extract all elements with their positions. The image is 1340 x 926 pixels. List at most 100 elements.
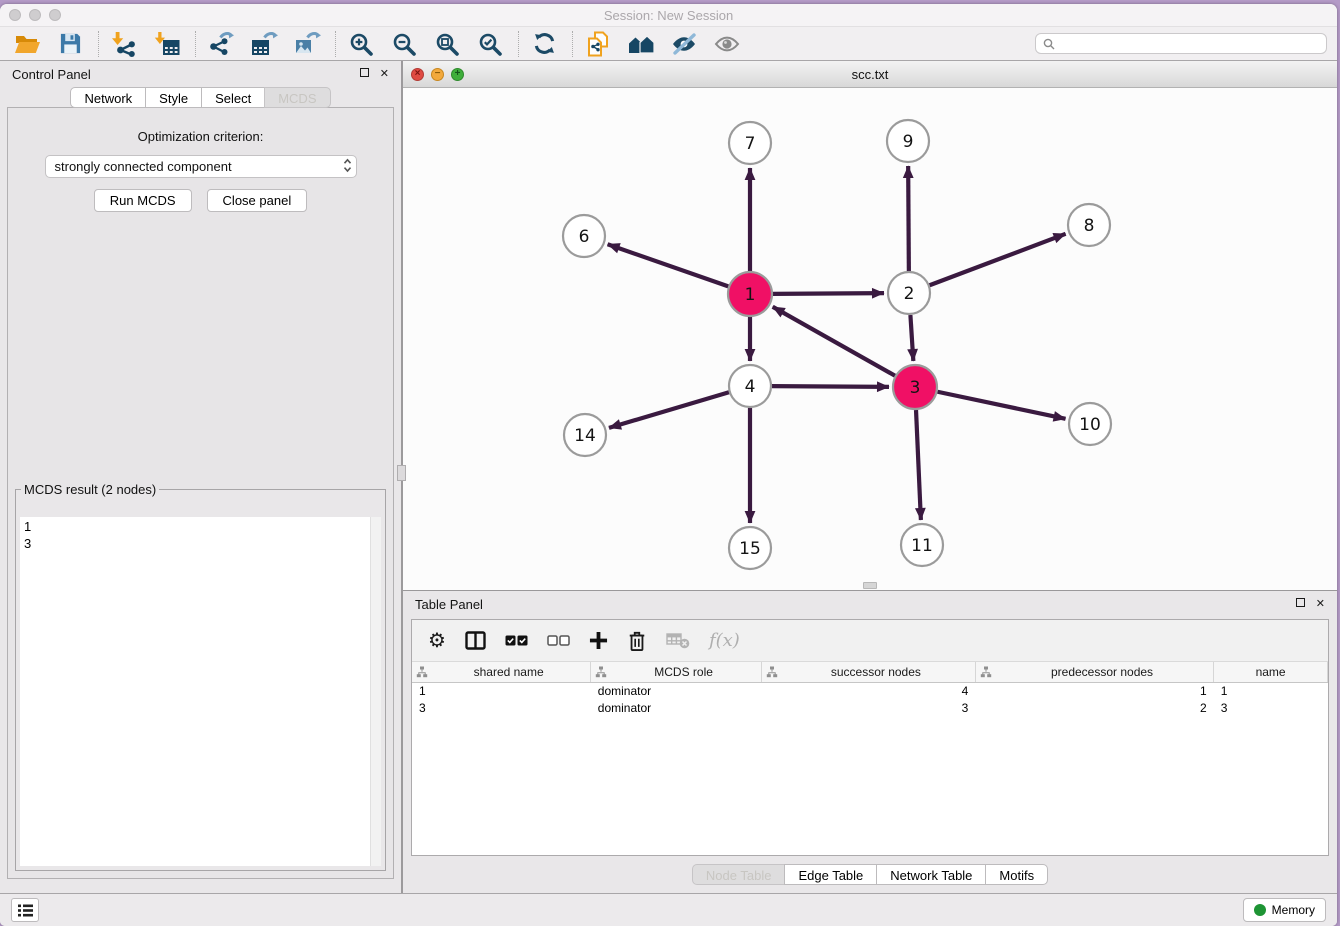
table-empty-area	[412, 716, 1328, 855]
mcds-result-legend: MCDS result (2 nodes)	[21, 482, 159, 497]
memory-button-label: Memory	[1272, 903, 1315, 917]
panel-splitter-handle[interactable]	[397, 465, 406, 481]
table-row[interactable]: 1dominator411	[412, 682, 1328, 699]
network-window-titlebar: × − + scc.txt	[403, 61, 1337, 88]
network-view-window: × − + scc.txt 7968124314101511	[403, 61, 1337, 591]
table-row[interactable]: 3dominator323	[412, 699, 1328, 716]
graph-node-label-4: 4	[745, 377, 756, 397]
column-header-name[interactable]: name	[1214, 662, 1328, 682]
houses-icon	[628, 32, 655, 56]
node-table: shared nameMCDS rolesuccessor nodesprede…	[412, 662, 1328, 716]
tab-network[interactable]: Network	[70, 87, 146, 108]
delete-icon[interactable]	[627, 629, 647, 653]
canvas-splitter-handle[interactable]	[863, 582, 877, 589]
tab-style[interactable]: Style	[145, 87, 202, 108]
export-network-button[interactable]	[204, 30, 238, 58]
graph-edge-4-3[interactable]	[772, 386, 889, 387]
graph-edge-2-8[interactable]	[930, 234, 1066, 285]
float-panel-icon[interactable]	[360, 68, 369, 80]
criterion-select[interactable]: strongly connected component	[45, 155, 357, 178]
graph-node-label-6: 6	[579, 227, 590, 247]
graph-edge-2-3[interactable]	[910, 315, 913, 361]
import-network-button[interactable]	[107, 30, 141, 58]
table-cell: 3	[761, 699, 975, 716]
graph-node-label-15: 15	[739, 539, 761, 559]
column-header-successor-nodes[interactable]: successor nodes	[761, 662, 975, 682]
graph-edge-3-11[interactable]	[916, 410, 921, 520]
search-input[interactable]	[1060, 37, 1319, 51]
node-table-container: ⚙	[411, 619, 1329, 856]
graph-edge-1-6[interactable]	[608, 244, 729, 286]
memory-button[interactable]: Memory	[1243, 898, 1326, 922]
column-layout-icon[interactable]	[465, 629, 486, 653]
import-table-icon	[154, 31, 180, 57]
zoom-out-button[interactable]	[387, 30, 421, 58]
table-cell: dominator	[591, 682, 762, 699]
tab-select[interactable]: Select	[201, 87, 265, 108]
close-table-panel-icon[interactable]: ✕	[1316, 599, 1325, 610]
zoom-in-icon	[349, 32, 373, 56]
zoom-in-button[interactable]	[344, 30, 378, 58]
column-header-shared-name[interactable]: shared name	[412, 662, 591, 682]
network-minimize-icon[interactable]: −	[431, 68, 444, 81]
network-close-icon[interactable]: ×	[411, 68, 424, 81]
graph-node-label-14: 14	[574, 426, 596, 446]
run-mcds-button[interactable]: Run MCDS	[94, 189, 192, 212]
toolbar-separator	[335, 31, 336, 57]
tab-edge-table[interactable]: Edge Table	[784, 864, 877, 885]
node-table-body: 1dominator4113dominator323	[412, 682, 1328, 716]
graph-node-label-3: 3	[910, 378, 921, 398]
save-session-button[interactable]	[53, 30, 87, 58]
mcds-result-item: 3	[24, 535, 366, 552]
table-cell: 2	[975, 699, 1213, 716]
select-all-icon[interactable]	[505, 629, 528, 653]
graph-edge-3-10[interactable]	[938, 392, 1066, 419]
add-column-icon[interactable]	[589, 629, 608, 653]
table-cell: 4	[761, 682, 975, 699]
close-panel-icon[interactable]: ✕	[380, 69, 389, 80]
application-window: Session: New Session	[0, 4, 1337, 926]
right-area: × − + scc.txt 7968124314101511 Table Pan…	[403, 61, 1337, 893]
export-image-button[interactable]	[290, 30, 324, 58]
copy-network-button[interactable]	[581, 30, 615, 58]
export-table-button[interactable]	[247, 30, 281, 58]
graph-edge-2-9[interactable]	[908, 166, 909, 271]
graph-edge-1-2[interactable]	[773, 293, 884, 294]
close-panel-button[interactable]: Close panel	[207, 189, 308, 212]
graph-node-label-7: 7	[745, 134, 756, 154]
settings-gear-icon[interactable]: ⚙	[428, 629, 446, 653]
column-header-predecessor-nodes[interactable]: predecessor nodes	[975, 662, 1213, 682]
tab-mcds[interactable]: MCDS	[264, 87, 330, 108]
network-canvas[interactable]: 7968124314101511	[403, 88, 1337, 590]
tab-node-table[interactable]: Node Table	[692, 864, 786, 885]
zoom-fit-button[interactable]	[430, 30, 464, 58]
mcds-panel: Optimization criterion: strongly connect…	[7, 107, 394, 879]
table-cell: 3	[412, 699, 591, 716]
houses-button[interactable]	[624, 30, 658, 58]
import-table-button[interactable]	[150, 30, 184, 58]
hierarchy-icon	[416, 666, 428, 678]
criterion-select-value: strongly connected component	[55, 159, 232, 174]
show-eye-button[interactable]	[710, 30, 744, 58]
zoom-selected-button[interactable]	[473, 30, 507, 58]
deselect-all-icon[interactable]	[547, 629, 570, 653]
table-cell: dominator	[591, 699, 762, 716]
graph-edge-3-1[interactable]	[773, 307, 895, 376]
result-scrollbar[interactable]	[370, 517, 381, 866]
search-field[interactable]	[1035, 33, 1327, 54]
table-panel-title: Table Panel	[415, 597, 483, 612]
tab-network-table[interactable]: Network Table	[876, 864, 986, 885]
toolbar-separator	[195, 31, 196, 57]
task-history-button[interactable]	[11, 898, 39, 922]
refresh-button[interactable]	[527, 30, 561, 58]
hide-eye-button[interactable]	[667, 30, 701, 58]
table-cell: 1	[412, 682, 591, 699]
mac-titlebar: Session: New Session	[0, 4, 1337, 27]
float-table-panel-icon[interactable]	[1296, 598, 1305, 610]
network-maximize-icon[interactable]: +	[451, 68, 464, 81]
graph-edge-4-14[interactable]	[609, 392, 729, 428]
column-header-MCDS-role[interactable]: MCDS role	[591, 662, 762, 682]
export-table-icon	[251, 31, 278, 57]
tab-motifs[interactable]: Motifs	[985, 864, 1048, 885]
open-session-button[interactable]	[10, 30, 44, 58]
